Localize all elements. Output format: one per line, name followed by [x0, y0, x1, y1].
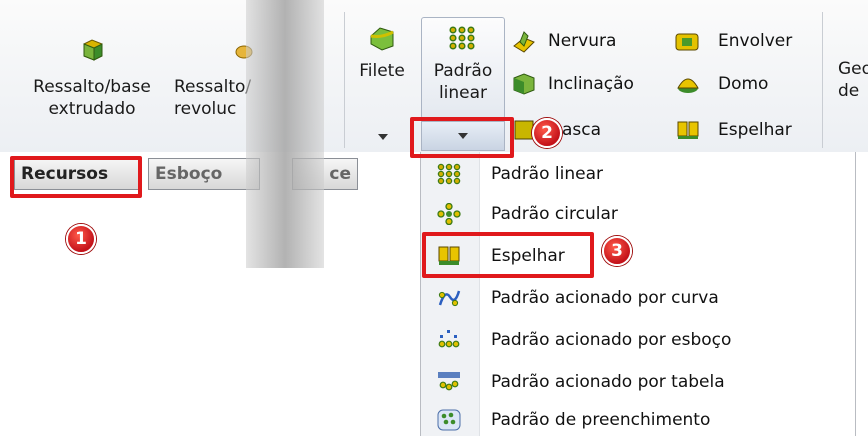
- ressalto-base-label-1: Ressalto/base: [33, 77, 151, 97]
- menu-item-label: Padrão acionado por esboço: [491, 330, 732, 350]
- menu-item-label: Padrão circular: [491, 204, 618, 224]
- highlight-recursos-tab: [10, 156, 142, 198]
- menu-item-label: Padrão acionado por curva: [491, 288, 719, 308]
- filete-button[interactable]: Filete: [350, 20, 414, 148]
- step-1-badge: 1: [66, 224, 96, 254]
- ressalto-revolucionado-label-1: Ressalto/: [174, 77, 252, 97]
- ressalto-revolucionado-label-2: revoluc: [174, 99, 237, 119]
- table-pattern-icon: [438, 372, 460, 391]
- sketch-pattern-icon: [438, 330, 460, 348]
- menu-item-padrao-preenchimento[interactable]: Padrão de preenchimento: [421, 400, 855, 440]
- inclinacao-label: Inclinação: [548, 74, 634, 94]
- curve-pattern-icon: [438, 290, 461, 307]
- highlight-dropdown-button: [410, 117, 514, 158]
- fill-pattern-icon: [437, 409, 461, 431]
- padrao-linear-label-2: linear: [438, 83, 488, 103]
- tab-esboco[interactable]: Esboço: [148, 158, 260, 190]
- rib-icon: [513, 31, 535, 53]
- filete-dropdown-arrow-icon[interactable]: [378, 134, 388, 140]
- menu-item-padrao-acionado-esboco[interactable]: Padrão acionado por esboço: [421, 320, 855, 360]
- dome-icon: [677, 78, 699, 93]
- padrao-linear-button[interactable]: Padrão linear: [421, 17, 505, 119]
- step-2-badge: 2: [532, 118, 562, 148]
- linear-pattern-icon: [449, 26, 475, 50]
- step-3-badge: 3: [602, 236, 632, 266]
- menu-item-label: Padrão linear: [491, 164, 603, 184]
- menu-item-padrao-acionado-curva[interactable]: Padrão acionado por curva: [421, 278, 855, 318]
- padrao-linear-dropdown-menu: Padrão linear Padrão circular Espelhar P…: [420, 152, 856, 436]
- fillet-icon: [370, 27, 394, 51]
- circular-pattern-icon: [437, 203, 461, 225]
- casca-label: asca: [562, 120, 602, 140]
- menu-item-label: Padrão acionado por tabela: [491, 372, 725, 392]
- filete-label: Filete: [359, 61, 405, 81]
- menu-item-padrao-acionado-tabela[interactable]: Padrão acionado por tabela: [421, 362, 855, 402]
- blurred-region: [246, 0, 324, 268]
- inclinacao-button[interactable]: Inclinação: [508, 70, 658, 100]
- highlight-espelhar-item: [422, 232, 594, 278]
- geo-label-1: Geo: [838, 59, 868, 79]
- espelhar-ribbon-button[interactable]: Espelhar: [672, 116, 812, 146]
- menu-item-label: Padrão de preenchimento: [491, 410, 711, 430]
- geometria-referencia-button[interactable]: Geo de: [832, 58, 868, 118]
- ressalto-base-label-2: extrudado: [48, 99, 136, 119]
- domo-label: Domo: [718, 74, 769, 94]
- casca-button[interactable]: asca: [508, 116, 648, 146]
- domo-button[interactable]: Domo: [672, 70, 812, 100]
- ressalto-base-button[interactable]: Ressalto/base extrudado: [22, 28, 162, 128]
- envolver-button[interactable]: Envolver: [672, 28, 812, 58]
- geo-label-2: de: [838, 81, 860, 101]
- menu-item-padrao-linear[interactable]: Padrão linear: [421, 154, 855, 194]
- extruded-boss-icon: [83, 39, 103, 61]
- espelhar-ribbon-label: Espelhar: [718, 120, 792, 140]
- menu-item-padrao-circular[interactable]: Padrão circular: [421, 194, 855, 234]
- ribbon-separator-2: [822, 12, 823, 148]
- envolver-label: Envolver: [718, 31, 793, 51]
- mirror-icon: [677, 121, 699, 139]
- nervura-button[interactable]: Nervura: [508, 28, 648, 58]
- wrap-icon: [675, 33, 699, 51]
- padrao-linear-label-1: Padrão: [433, 61, 493, 81]
- draft-icon: [513, 73, 535, 95]
- linear-pattern-icon: [437, 163, 461, 185]
- ribbon-separator: [344, 12, 345, 148]
- nervura-label: Nervura: [548, 31, 617, 51]
